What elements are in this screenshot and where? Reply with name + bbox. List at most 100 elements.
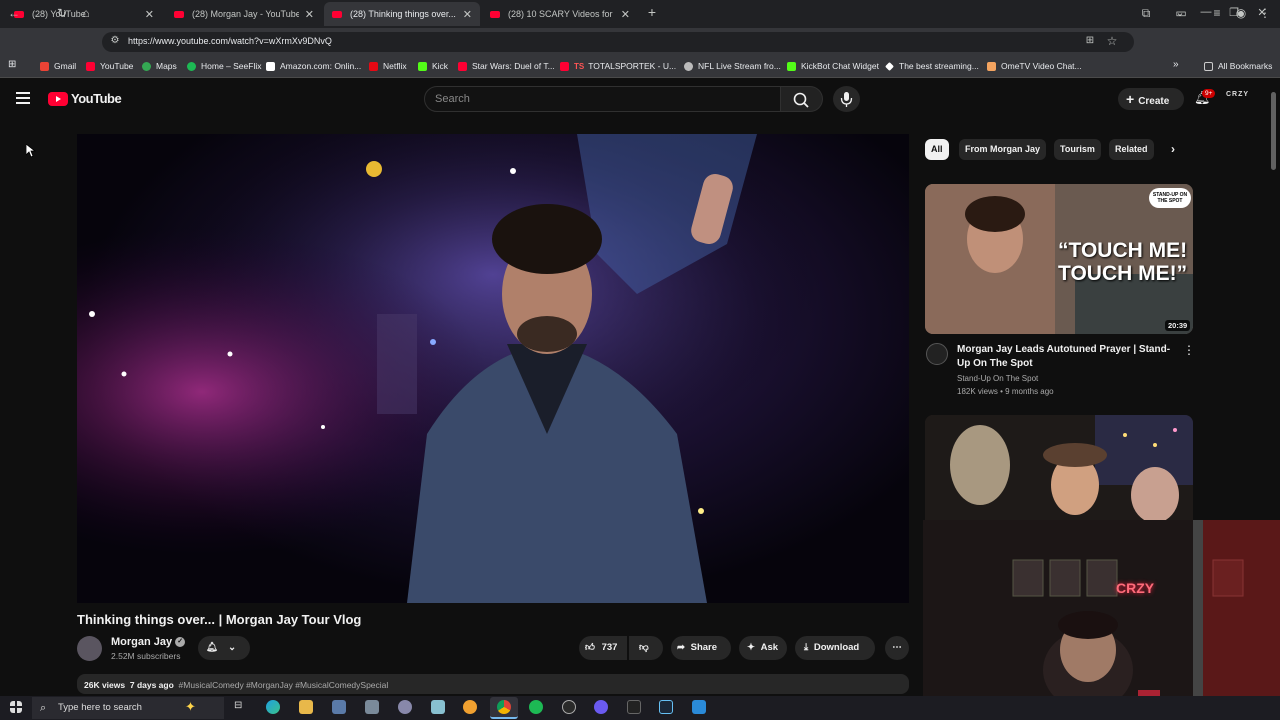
calculator-icon[interactable] (365, 700, 379, 714)
extensions-icon[interactable]: ⧉ (1138, 6, 1154, 21)
bookmark-star-icon[interactable]: ☆ (1104, 34, 1120, 48)
voice-search-button[interactable] (833, 86, 860, 112)
chip-all[interactable]: All (925, 139, 949, 160)
side-panel-icon[interactable]: ▭ (1173, 6, 1189, 20)
task-view-icon[interactable]: ⊟ (234, 700, 248, 714)
back-arrow-icon[interactable]: ← (6, 6, 22, 20)
bookmark-item[interactable]: KickBot Chat Widget (787, 61, 879, 71)
home-icon[interactable]: ⌂ (78, 6, 94, 20)
spotify-icon[interactable] (529, 700, 543, 714)
create-button[interactable]: + Create (1118, 88, 1184, 110)
site-info-icon[interactable]: ⚙ (107, 35, 123, 46)
plus-icon: + (1126, 91, 1135, 107)
more-bookmarks-icon[interactable]: » (1173, 59, 1179, 70)
recommended-video-meta: 182K views • 9 months ago (957, 387, 1054, 396)
recommended-channel-name[interactable]: Stand-Up On The Spot (957, 374, 1038, 383)
all-bookmarks-folder[interactable]: All Bookmarks (1204, 61, 1272, 71)
bookmark-item[interactable]: Star Wars: Duel of T... (458, 61, 555, 71)
seeflix-icon (187, 61, 196, 71)
webcam-image (923, 520, 1280, 698)
page-scrollbar[interactable] (1271, 92, 1276, 170)
bookmark-item[interactable]: NFL Live Stream fro... (684, 61, 781, 71)
recommended-video-title[interactable]: Morgan Jay Leads Autotuned Prayer | Stan… (957, 343, 1179, 371)
reload-icon[interactable]: ↻ (54, 6, 70, 20)
chip-from-morgan-jay[interactable]: From Morgan Jay (959, 139, 1047, 160)
kickbot-icon (787, 61, 796, 71)
browser-tab-active[interactable]: (28) Thinking things over... | Mo ✕ (324, 2, 480, 26)
bookmark-item[interactable]: The best streaming... (885, 61, 979, 71)
media-control-icon[interactable]: ≡ (1209, 6, 1225, 20)
obs-icon[interactable] (562, 700, 576, 714)
bookmark-item[interactable]: Netflix (369, 61, 407, 71)
bookmark-item[interactable]: Gmail (40, 61, 76, 71)
download-button[interactable]: ⤓ Download (795, 636, 875, 660)
youtube-favicon-icon (490, 10, 500, 18)
share-button[interactable]: ➦ Share (671, 636, 731, 660)
hamburger-menu-icon[interactable] (16, 92, 30, 104)
bookmark-item[interactable]: YouTube (86, 61, 133, 71)
app-icon[interactable] (398, 700, 412, 714)
video-thumbnail[interactable]: “TOUCH ME! TOUCH ME!” STAND-UP ON THE SP… (925, 184, 1193, 334)
chevron-down-icon: ⌄ (228, 642, 237, 653)
store-icon[interactable] (332, 700, 346, 714)
kebab-menu-icon[interactable]: ⋮ (1257, 6, 1273, 20)
chevron-right-icon[interactable]: › (1165, 139, 1181, 160)
youtube-play-icon (48, 91, 68, 106)
forward-arrow-icon[interactable]: → (30, 6, 46, 20)
chrome-icon (497, 700, 511, 714)
close-tab-icon[interactable]: ✕ (145, 8, 154, 21)
sparkle-icon: ✦ (185, 699, 196, 714)
search-button[interactable] (781, 86, 823, 112)
search-input[interactable]: Search (424, 86, 781, 112)
bookmark-item[interactable]: OmeTV Video Chat... (987, 61, 1082, 71)
bookmark-item[interactable]: Home – SeeFlix (187, 61, 261, 71)
channel-avatar[interactable] (77, 636, 102, 661)
thumbs-up-icon: 👍︎ (585, 642, 595, 653)
browser-tab[interactable]: (28) 10 SCARY Videos for NO S ✕ (482, 2, 638, 26)
bookmark-item[interactable]: Maps (142, 61, 177, 71)
account-avatar[interactable]: CRZY (1226, 91, 1249, 98)
more-actions-button[interactable]: ⋯ (885, 636, 909, 660)
steam-icon[interactable] (659, 700, 673, 714)
terminal-icon[interactable] (627, 700, 641, 714)
windows-start-icon[interactable] (10, 701, 22, 713)
new-tab-button[interactable]: + (642, 4, 662, 20)
thumbnail-text: “TOUCH ME! TOUCH ME!” (1058, 239, 1188, 285)
description-box[interactable]: 26K views 7 days ago #MusicalComedy #Mor… (77, 674, 909, 694)
install-app-icon[interactable]: ⊞ (1082, 35, 1098, 46)
youtube-logo[interactable]: YouTube (48, 91, 122, 106)
ask-button[interactable]: ✦ Ask (739, 636, 787, 660)
chip-tourism[interactable]: Tourism (1054, 139, 1101, 160)
close-tab-icon[interactable]: ✕ (305, 8, 314, 21)
chip-related[interactable]: Related (1109, 139, 1154, 160)
like-button[interactable]: 👍︎ 737 (579, 636, 627, 660)
apps-grid-icon[interactable]: ⊞ (8, 59, 16, 70)
browser-tab[interactable]: (28) Morgan Jay - YouTube ✕ (166, 2, 322, 26)
video-player[interactable] (77, 134, 909, 603)
close-tab-icon[interactable]: ✕ (463, 8, 472, 21)
profile-icon[interactable]: ◉ (1233, 6, 1249, 20)
video-thumbnail[interactable] (925, 415, 1193, 520)
share-arrow-icon: ➦ (677, 642, 685, 653)
sparkle-icon: ✦ (747, 642, 755, 653)
edge-icon[interactable] (266, 700, 280, 714)
more-vertical-icon[interactable]: ⋮ (1183, 343, 1195, 357)
file-explorer-icon[interactable] (299, 700, 313, 714)
url-text[interactable]: https://www.youtube.com/watch?v=wXrmXv9D… (128, 36, 332, 46)
subscribe-notification-button[interactable]: 🔔︎ ⌄ (198, 636, 250, 660)
youtube-icon (560, 61, 569, 71)
close-tab-icon[interactable]: ✕ (621, 8, 630, 21)
channel-avatar[interactable] (926, 343, 948, 365)
dislike-button[interactable]: 👎︎ (629, 636, 663, 660)
verified-check-icon: ✓ (175, 637, 186, 648)
ts-logo-icon: TS (574, 61, 585, 71)
channel-name[interactable]: Morgan Jay ✓ (111, 636, 186, 648)
bookmark-item[interactable]: Amazon.com: Onlin... (266, 61, 361, 71)
app-icon[interactable] (431, 700, 445, 714)
bookmark-item[interactable]: Kick (418, 61, 448, 71)
bookmark-item[interactable]: TS TOTALSPORTEK - U... (560, 61, 676, 71)
app-icon[interactable] (463, 700, 477, 714)
bell-icon: 🔔︎ (206, 642, 219, 653)
app-icon[interactable] (692, 700, 706, 714)
discord-icon[interactable] (594, 700, 608, 714)
